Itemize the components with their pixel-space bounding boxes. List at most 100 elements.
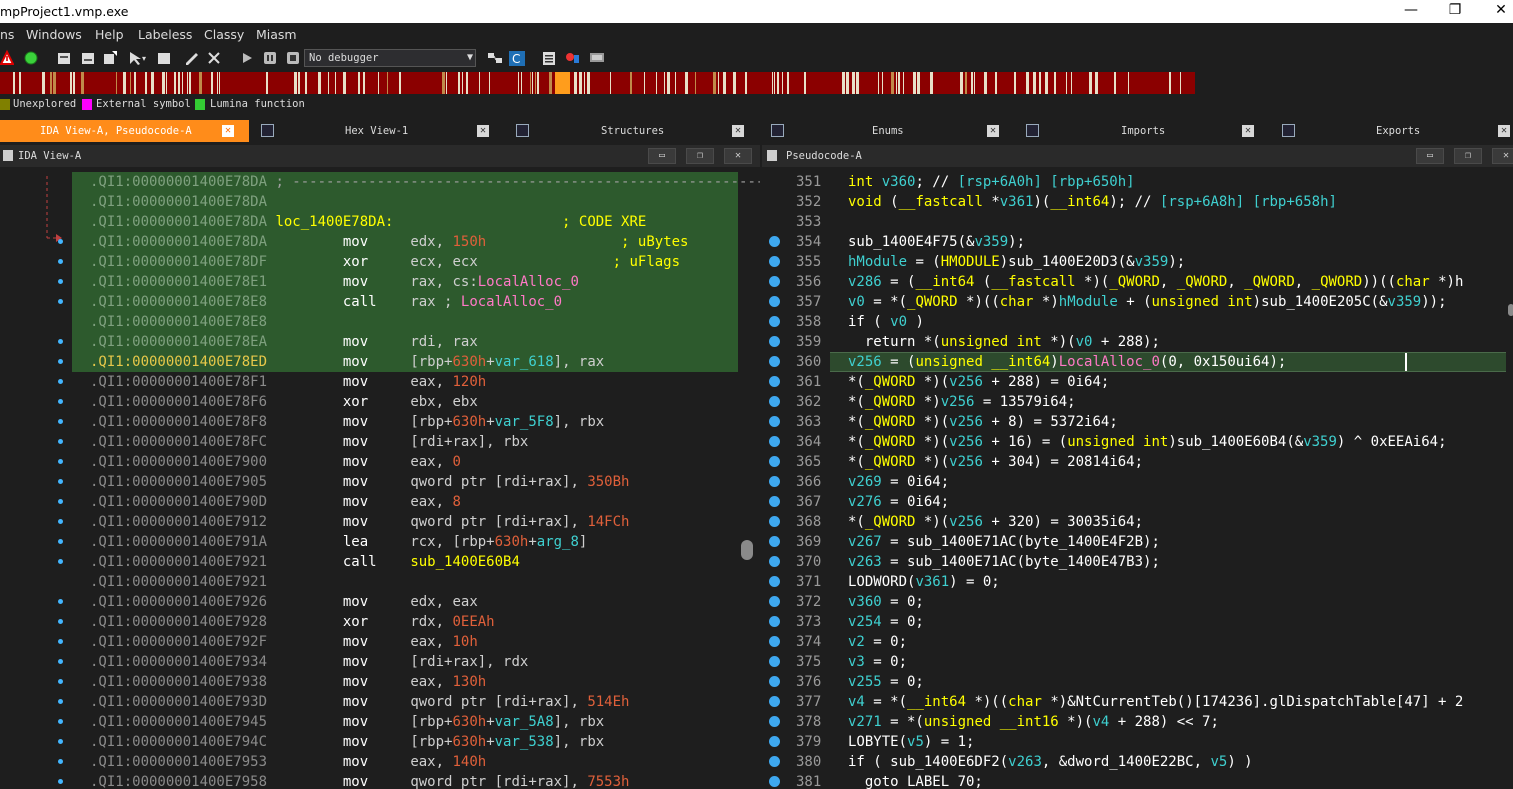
breakpoint-icon[interactable] <box>769 576 780 587</box>
pseudocode-line[interactable]: if ( v0 ) <box>848 312 924 332</box>
breakpoint-icon[interactable] <box>769 256 780 267</box>
breakpoint-icon[interactable] <box>769 296 780 307</box>
pseudocode-line[interactable]: v267 = sub_1400E71AC(byte_1400E4F2B); <box>848 532 1160 552</box>
breakpoint-dot-icon[interactable] <box>58 779 63 784</box>
menu-miasm[interactable]: Miasm <box>256 27 297 42</box>
pseudocode-line[interactable]: v360 = 0; <box>848 592 924 612</box>
pseudocode-line[interactable]: if ( sub_1400E6DF2(v263, &dword_1400E22B… <box>848 752 1253 772</box>
pseudocode-line[interactable]: v263 = sub_1400E71AC(byte_1400E47B3); <box>848 552 1160 572</box>
pseudocode-line[interactable]: v286 = (__int64 (__fastcall *)(_QWORD, _… <box>848 272 1463 292</box>
disasm-line[interactable]: .QI1:00000001400E78E8 call rax ; LocalAl… <box>90 292 562 312</box>
disasm-line[interactable]: .QI1:00000001400E7921 <box>90 572 267 592</box>
graph-icon[interactable] <box>486 49 504 67</box>
pseudocode-line[interactable]: v256 = (unsigned __int64)LocalAlloc_0(0,… <box>848 352 1286 372</box>
close-icon[interactable]: ✕ <box>477 125 489 137</box>
breakpoint-icon[interactable] <box>769 456 780 467</box>
pseudocode-line[interactable]: v269 = 0i64; <box>848 472 949 492</box>
pseudocode-line[interactable]: *(_QWORD *)(v256 + 8) = 5372i64; <box>848 412 1118 432</box>
disasm-line[interactable]: .QI1:00000001400E7938 mov eax, 130h <box>90 672 486 692</box>
code-icon[interactable] <box>56 49 72 67</box>
disasm-line[interactable]: .QI1:00000001400E78DA ; ----------------… <box>90 172 760 192</box>
disasm-line[interactable]: .QI1:00000001400E78DA loc_1400E78DA: ; C… <box>90 212 646 232</box>
tab-structures[interactable]: Structures ✕ <box>510 120 755 142</box>
pseudo-minimize-button[interactable]: ▭ <box>1416 148 1444 164</box>
disasm-line[interactable]: .QI1:00000001400E7953 mov eax, 140h <box>90 752 486 772</box>
breakpoint-icon[interactable] <box>769 236 780 247</box>
minimize-button[interactable]: — <box>1389 0 1433 23</box>
breakpoint-icon[interactable] <box>769 636 780 647</box>
ida-close-button[interactable]: ✕ <box>724 148 752 164</box>
breakpoint-dot-icon[interactable] <box>58 459 63 464</box>
breakpoint-icon[interactable] <box>769 656 780 667</box>
breakpoint-icon[interactable] <box>769 276 780 287</box>
breakpoint-dot-icon[interactable] <box>58 599 63 604</box>
breakpoint-icon[interactable] <box>769 356 780 367</box>
disasm-line[interactable]: .QI1:00000001400E7934 mov [rdi+rax], rdx <box>90 652 528 672</box>
data-icon[interactable] <box>80 49 96 67</box>
breakpoint-icon[interactable] <box>769 376 780 387</box>
breakpoint-icon[interactable] <box>769 776 780 787</box>
plugin-icon[interactable] <box>563 49 581 67</box>
disasm-line[interactable]: .QI1:00000001400E78FC mov [rdi+rax], rbx <box>90 432 528 452</box>
stop-icon[interactable] <box>285 49 301 67</box>
disasm-line[interactable]: .QI1:00000001400E78EA mov rdi, rax <box>90 332 478 352</box>
pseudocode-line[interactable]: v2 = 0; <box>848 632 907 652</box>
pseudocode-line[interactable]: LODWORD(v361) = 0; <box>848 572 1000 592</box>
breakpoint-dot-icon[interactable] <box>58 419 63 424</box>
disasm-line[interactable]: .QI1:00000001400E790D mov eax, 8 <box>90 492 461 512</box>
breakpoint-dot-icon[interactable] <box>58 279 63 284</box>
breakpoint-icon[interactable] <box>769 676 780 687</box>
data-seg-icon[interactable] <box>156 49 172 67</box>
flag-icon[interactable] <box>588 49 606 67</box>
warning-icon[interactable] <box>0 49 14 67</box>
breakpoint-dot-icon[interactable] <box>58 699 63 704</box>
close-icon[interactable]: ✕ <box>1498 125 1510 137</box>
tab-exports[interactable]: Exports ✕ <box>1276 120 1513 142</box>
pause-icon[interactable] <box>262 49 278 67</box>
pseudocode-line[interactable]: v271 = *(unsigned __int16 *)(v4 + 288) <… <box>848 712 1219 732</box>
disasm-line[interactable]: .QI1:00000001400E78ED mov [rbp+630h+var_… <box>90 352 604 372</box>
breakpoint-icon[interactable] <box>769 436 780 447</box>
breakpoint-icon[interactable] <box>769 316 780 327</box>
breakpoint-dot-icon[interactable] <box>58 439 63 444</box>
breakpoint-icon[interactable] <box>769 556 780 567</box>
breakpoint-icon[interactable] <box>769 756 780 767</box>
disasm-line[interactable]: .QI1:00000001400E78DF xor ecx, ecx ; uFl… <box>90 252 680 272</box>
pseudocode-line[interactable]: goto LABEL_70; <box>848 772 983 789</box>
breakpoint-icon[interactable] <box>769 416 780 427</box>
close-icon[interactable]: ✕ <box>987 125 999 137</box>
ida-minimize-button[interactable]: ▭ <box>648 148 676 164</box>
breakpoint-dot-icon[interactable] <box>58 399 63 404</box>
disasm-line[interactable]: .QI1:00000001400E78F8 mov [rbp+630h+var_… <box>90 412 604 432</box>
breakpoint-icon[interactable] <box>769 696 780 707</box>
pseudocode-line[interactable]: return *(unsigned int *)(v0 + 288); <box>848 332 1160 352</box>
breakpoint-dot-icon[interactable] <box>58 619 63 624</box>
pseudocode-icon[interactable]: C <box>508 49 526 67</box>
debugger-select[interactable]: No debugger ▼ <box>304 49 476 67</box>
breakpoint-icon[interactable] <box>769 516 780 527</box>
breakpoint-icon[interactable] <box>769 336 780 347</box>
pseudocode-line[interactable]: v3 = 0; <box>848 652 907 672</box>
maximize-button[interactable]: ❐ <box>1433 0 1477 23</box>
close-icon[interactable]: ✕ <box>1242 125 1254 137</box>
breakpoint-icon[interactable] <box>769 536 780 547</box>
breakpoint-dot-icon[interactable] <box>58 259 63 264</box>
disasm-line[interactable]: .QI1:00000001400E78DA mov edx, 150h ; uB… <box>90 232 688 252</box>
breakpoint-dot-icon[interactable] <box>58 759 63 764</box>
disasm-line[interactable]: .QI1:00000001400E7905 mov qword ptr [rdi… <box>90 472 629 492</box>
struct-icon[interactable] <box>102 49 118 67</box>
breakpoint-icon[interactable] <box>769 596 780 607</box>
close-icon[interactable]: ✕ <box>732 125 744 137</box>
pseudocode-line[interactable]: v255 = 0; <box>848 672 924 692</box>
disasm-line[interactable]: .QI1:00000001400E78E1 mov rax, cs:LocalA… <box>90 272 579 292</box>
disasm-line[interactable]: .QI1:00000001400E78F6 xor ebx, ebx <box>90 392 478 412</box>
disasm-line[interactable]: .QI1:00000001400E792F mov eax, 10h <box>90 632 478 652</box>
navigation-band[interactable] <box>0 72 1195 94</box>
pseudocode-line[interactable]: *(_QWORD *)(v256 + 304) = 20814i64; <box>848 452 1143 472</box>
breakpoint-dot-icon[interactable] <box>58 479 63 484</box>
pseudocode-line[interactable]: v276 = 0i64; <box>848 492 949 512</box>
scroll-thumb[interactable] <box>741 540 753 560</box>
pseudo-restore-button[interactable]: ❐ <box>1454 148 1482 164</box>
pseudocode-line[interactable]: *(_QWORD *)(v256 + 320) = 30035i64; <box>848 512 1143 532</box>
menu-classy[interactable]: Classy <box>204 27 244 42</box>
